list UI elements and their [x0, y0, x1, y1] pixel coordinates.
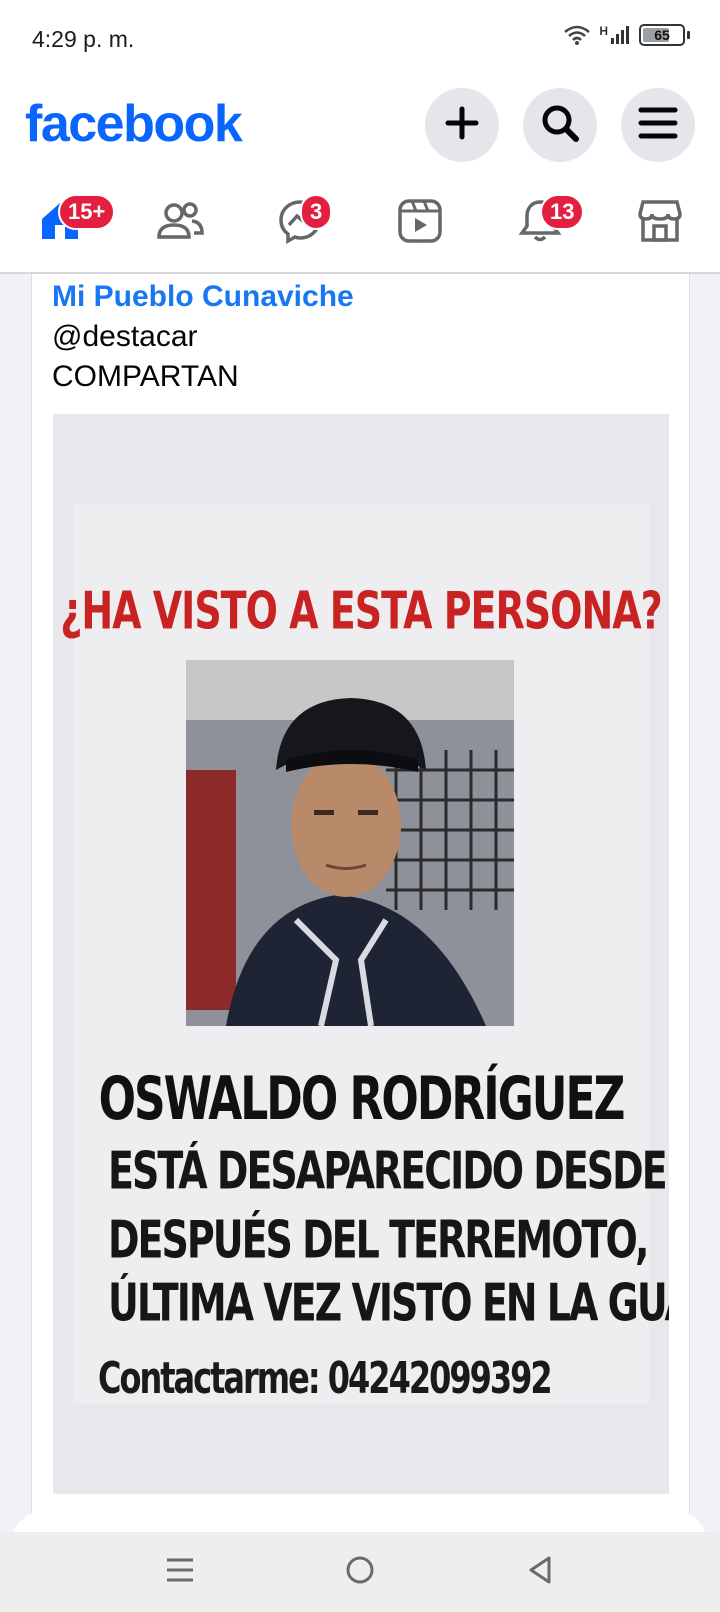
battery-cap — [687, 31, 690, 39]
search-icon — [540, 103, 580, 148]
home-nav-button[interactable] — [335, 1552, 385, 1592]
poster-contact: Contactarme: 04242099392 — [98, 1352, 553, 1404]
network-type: H — [599, 24, 608, 38]
tab-messenger[interactable]: 3 — [250, 188, 350, 258]
status-time: 4:29 p. m. — [32, 26, 135, 52]
post-text-line-1: @destacar — [52, 320, 198, 353]
status-icons: H 65 — [563, 24, 690, 46]
tab-bar: 15+ 3 13 — [0, 180, 720, 274]
tab-video[interactable] — [370, 188, 470, 258]
recent-apps-icon — [165, 1556, 195, 1589]
status-bar: 4:29 p. m. H 65 — [0, 0, 720, 80]
facebook-logo[interactable]: facebook — [25, 94, 243, 154]
tab-friends[interactable] — [130, 188, 230, 258]
system-navigation-bar — [0, 1532, 720, 1612]
back-triangle-icon — [527, 1555, 553, 1590]
tab-marketplace[interactable] — [610, 188, 710, 258]
battery-level: 65 — [654, 27, 670, 43]
recent-apps-button[interactable] — [155, 1552, 205, 1592]
menu-button[interactable] — [621, 88, 695, 162]
post-image[interactable]: ¿HA VISTO A ESTA PERSONA? OSWALDO RODRÍG… — [53, 414, 669, 1494]
tab-home[interactable]: 15+ — [10, 188, 116, 258]
home-badge: 15+ — [58, 194, 116, 230]
home-circle-icon — [345, 1555, 375, 1590]
menu-icon — [638, 106, 678, 145]
poster-body-line-2: DESPUÉS DEL TERREMOTO, — [108, 1210, 649, 1270]
create-button[interactable] — [425, 88, 499, 162]
tab-notifications[interactable]: 13 — [490, 188, 590, 258]
poster-body-line-3: ÚLTIMA VEZ VISTO EN LA GUAIRA — [108, 1273, 669, 1333]
post-text-line-2: COMPARTAN — [52, 360, 239, 393]
poster-headline: ¿HA VISTO A ESTA PERSONA? — [60, 581, 662, 641]
search-button[interactable] — [523, 88, 597, 162]
post-card: Mi Pueblo Cunaviche @destacar COMPARTAN … — [31, 274, 690, 1534]
poster-body-line-1: ESTÁ DESAPARECIDO DESDE — [108, 1141, 668, 1201]
notifications-badge: 13 — [540, 194, 585, 230]
friends-icon — [156, 199, 204, 248]
messenger-badge: 3 — [300, 194, 333, 230]
back-button[interactable] — [515, 1552, 565, 1592]
missing-person-photo — [186, 660, 514, 1026]
post-author[interactable]: Mi Pueblo Cunaviche — [52, 280, 354, 314]
plus-icon — [445, 106, 479, 145]
battery-icon: 65 — [639, 24, 685, 46]
video-icon — [397, 198, 443, 249]
signal-icon: H — [599, 24, 631, 46]
app-header: facebook — [0, 84, 720, 168]
poster-person-name: OSWALDO RODRÍGUEZ — [98, 1065, 626, 1134]
marketplace-icon — [637, 198, 683, 249]
wifi-icon — [563, 24, 591, 46]
